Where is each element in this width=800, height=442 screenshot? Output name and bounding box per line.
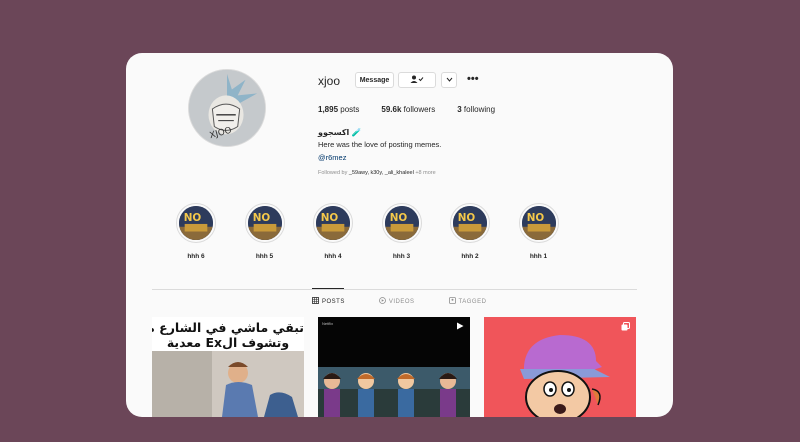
highlight-item[interactable]: NO hhh 4: [313, 203, 353, 260]
highlight-label: hhh 1: [529, 253, 548, 260]
highlight-label: hhh 5: [255, 253, 274, 260]
svg-text:NO: NO: [389, 212, 407, 224]
profile-link[interactable]: @r6mez: [318, 153, 346, 162]
person-check-icon: [410, 75, 424, 85]
highlight-item[interactable]: NO hhh 3: [381, 203, 422, 260]
active-tab-indicator: [312, 288, 344, 289]
tab-posts[interactable]: POSTS: [312, 297, 345, 306]
highlight-cover: NO: [384, 206, 419, 240]
svg-text:NO: NO: [526, 212, 544, 224]
highlight-item[interactable]: NO hhh 1: [518, 203, 559, 260]
post-watermark: Netflix: [322, 321, 334, 326]
suggested-dropdown-button[interactable]: [441, 72, 457, 88]
svg-text:NO: NO: [321, 212, 339, 224]
grid-icon: [312, 297, 319, 306]
posts-grid: تبقي ماشي في الشارع مع الكر وتشوف الEx م…: [152, 317, 636, 417]
tabs-divider: [152, 289, 637, 290]
post-thumbnail[interactable]: تبقي ماشي في الشارع مع الكر وتشوف الEx م…: [152, 317, 304, 417]
highlight-cover: NO: [521, 206, 556, 240]
video-icon: [456, 322, 464, 330]
posts-count: 1,895 posts: [318, 105, 360, 114]
profile-tabs: POSTS VIDEOS TAGGED: [312, 297, 486, 306]
story-highlights: NO hhh 6 NO hhh 5 NO hhh 4 NO hhh 3 NO h…: [176, 203, 587, 260]
profile-username: xjoo: [318, 74, 341, 88]
highlight-cover: NO: [247, 206, 282, 240]
message-button[interactable]: Message: [355, 72, 394, 88]
post-thumbnail[interactable]: Netflix: [318, 317, 470, 417]
highlight-label: hhh 4: [324, 253, 342, 260]
following-button[interactable]: [398, 72, 436, 88]
profile-card: XJOO xjoo Message ••• 1,895 posts 59.6k …: [126, 53, 673, 417]
tab-videos[interactable]: VIDEOS: [378, 297, 415, 306]
highlight-item[interactable]: NO hhh 5: [244, 203, 285, 260]
highlight-label: hhh 2: [461, 253, 479, 260]
followed-by[interactable]: Followed by _59awy, k30y, _ali_khaleel +…: [318, 170, 436, 176]
post-caption: تبقي ماشي في الشارع مع الكر وتشوف الEx م…: [152, 317, 304, 350]
highlight-cover: NO: [179, 206, 213, 240]
profile-stats: 1,895 posts 59.6k followers 3 following: [318, 105, 517, 114]
post-thumbnail[interactable]: [484, 317, 636, 417]
profile-full-name: اكسجوو 🧪: [318, 128, 362, 137]
profile-bio: Here was the love of posting memes.: [318, 140, 442, 149]
chevron-down-icon: [446, 77, 453, 84]
highlight-item[interactable]: NO hhh 6: [176, 203, 216, 260]
highlight-item[interactable]: NO hhh 2: [450, 203, 490, 260]
profile-avatar[interactable]: XJOO: [188, 69, 266, 147]
highlight-label: hhh 3: [392, 253, 411, 260]
tag-icon: [448, 297, 456, 306]
play-circle-icon: [378, 297, 386, 306]
tab-tagged[interactable]: TAGGED: [448, 297, 487, 306]
more-options-button[interactable]: •••: [467, 73, 479, 85]
highlight-cover: NO: [316, 206, 350, 240]
highlight-label: hhh 6: [187, 253, 205, 260]
svg-text:NO: NO: [252, 212, 270, 224]
followers-count[interactable]: 59.6k followers: [381, 105, 435, 114]
svg-text:NO: NO: [184, 212, 202, 224]
following-count[interactable]: 3 following: [457, 105, 495, 114]
multi-post-icon: [621, 322, 630, 331]
svg-text:NO: NO: [458, 212, 476, 224]
highlight-cover: NO: [453, 206, 487, 240]
